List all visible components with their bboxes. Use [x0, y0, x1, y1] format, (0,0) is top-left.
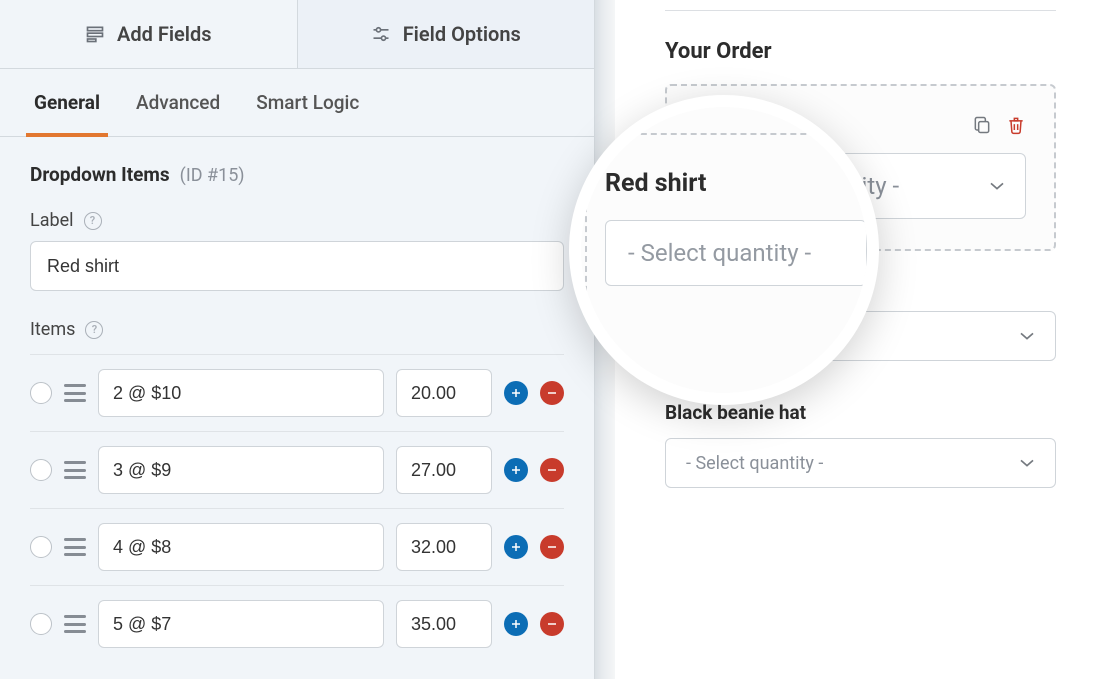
item-row	[30, 354, 564, 432]
drag-handle-icon[interactable]	[64, 384, 86, 402]
help-icon[interactable]: ?	[84, 212, 102, 230]
item-label-input[interactable]	[98, 369, 384, 417]
add-item-button[interactable]	[504, 458, 528, 482]
item-price-input[interactable]	[396, 523, 492, 571]
add-item-button[interactable]	[504, 612, 528, 636]
item-price-input[interactable]	[396, 446, 492, 494]
section-body: Dropdown Items (ID #15) Label ? Items ?	[0, 137, 594, 692]
tab-field-options-label: Field Options	[403, 22, 521, 46]
items-field-label: Items ?	[30, 319, 564, 340]
label-field-label: Label ?	[30, 210, 564, 231]
chevron-down-icon	[1019, 331, 1035, 341]
select-placeholder: - Select quantity -	[716, 172, 899, 200]
item-label-input[interactable]	[98, 523, 384, 571]
items-list	[30, 350, 564, 662]
field-card-red-shirt[interactable]: Red shirt	[665, 84, 1056, 251]
quantity-select[interactable]: - Select quantity -	[695, 153, 1026, 219]
delete-icon[interactable]	[1006, 115, 1026, 135]
subtab-general[interactable]: General	[30, 69, 104, 136]
order-title: Your Order	[665, 39, 1056, 64]
section-header: Dropdown Items (ID #15)	[30, 163, 564, 186]
sub-tabs: General Advanced Smart Logic	[0, 69, 594, 137]
default-radio[interactable]	[30, 536, 52, 558]
tab-add-fields[interactable]: Add Fields	[0, 0, 298, 68]
section-id: (ID #15)	[180, 165, 245, 186]
item-price-input[interactable]	[396, 600, 492, 648]
duplicate-icon[interactable]	[972, 115, 992, 135]
add-item-button[interactable]	[504, 381, 528, 405]
chevron-down-icon	[1019, 458, 1035, 468]
builder-sidebar: Add Fields Field Options General Advance…	[0, 0, 595, 679]
form-preview: Your Order Red shirt	[615, 0, 1116, 679]
remove-item-button[interactable]	[540, 535, 564, 559]
panel-divider	[595, 0, 615, 679]
field-label: Black beanie hat	[665, 401, 1056, 424]
item-row	[30, 586, 564, 662]
default-radio[interactable]	[30, 459, 52, 481]
default-radio[interactable]	[30, 613, 52, 635]
section-title: Dropdown Items	[30, 163, 170, 186]
rule	[665, 10, 1056, 11]
drag-handle-icon[interactable]	[64, 461, 86, 479]
subtab-smart-logic[interactable]: Smart Logic	[252, 69, 363, 136]
tab-field-options[interactable]: Field Options	[298, 0, 595, 68]
default-radio[interactable]	[30, 382, 52, 404]
item-row	[30, 509, 564, 586]
chevron-down-icon	[989, 181, 1005, 191]
drag-handle-icon[interactable]	[64, 538, 86, 556]
drag-handle-icon[interactable]	[64, 615, 86, 633]
help-icon[interactable]: ?	[85, 321, 103, 339]
select-placeholder: - Select quantity -	[686, 326, 823, 347]
quantity-select[interactable]: - Select quantity -	[665, 438, 1056, 488]
field-card-title: Red shirt	[695, 112, 784, 137]
subtab-advanced[interactable]: Advanced	[132, 69, 224, 136]
add-fields-icon	[85, 24, 105, 44]
plain-field-black-beanie: Black beanie hat - Select quantity -	[665, 401, 1056, 488]
select-placeholder: - Select quantity -	[686, 453, 823, 474]
plain-field-mid: - Select quantity -	[665, 311, 1056, 361]
top-tabs: Add Fields Field Options	[0, 0, 594, 69]
remove-item-button[interactable]	[540, 458, 564, 482]
tab-add-fields-label: Add Fields	[117, 22, 212, 46]
quantity-select[interactable]: - Select quantity -	[665, 311, 1056, 361]
remove-item-button[interactable]	[540, 612, 564, 636]
item-price-input[interactable]	[396, 369, 492, 417]
field-options-icon	[371, 24, 391, 44]
item-label-input[interactable]	[98, 446, 384, 494]
label-input[interactable]	[30, 241, 564, 291]
item-label-input[interactable]	[98, 600, 384, 648]
add-item-button[interactable]	[504, 535, 528, 559]
remove-item-button[interactable]	[540, 381, 564, 405]
item-row	[30, 432, 564, 509]
